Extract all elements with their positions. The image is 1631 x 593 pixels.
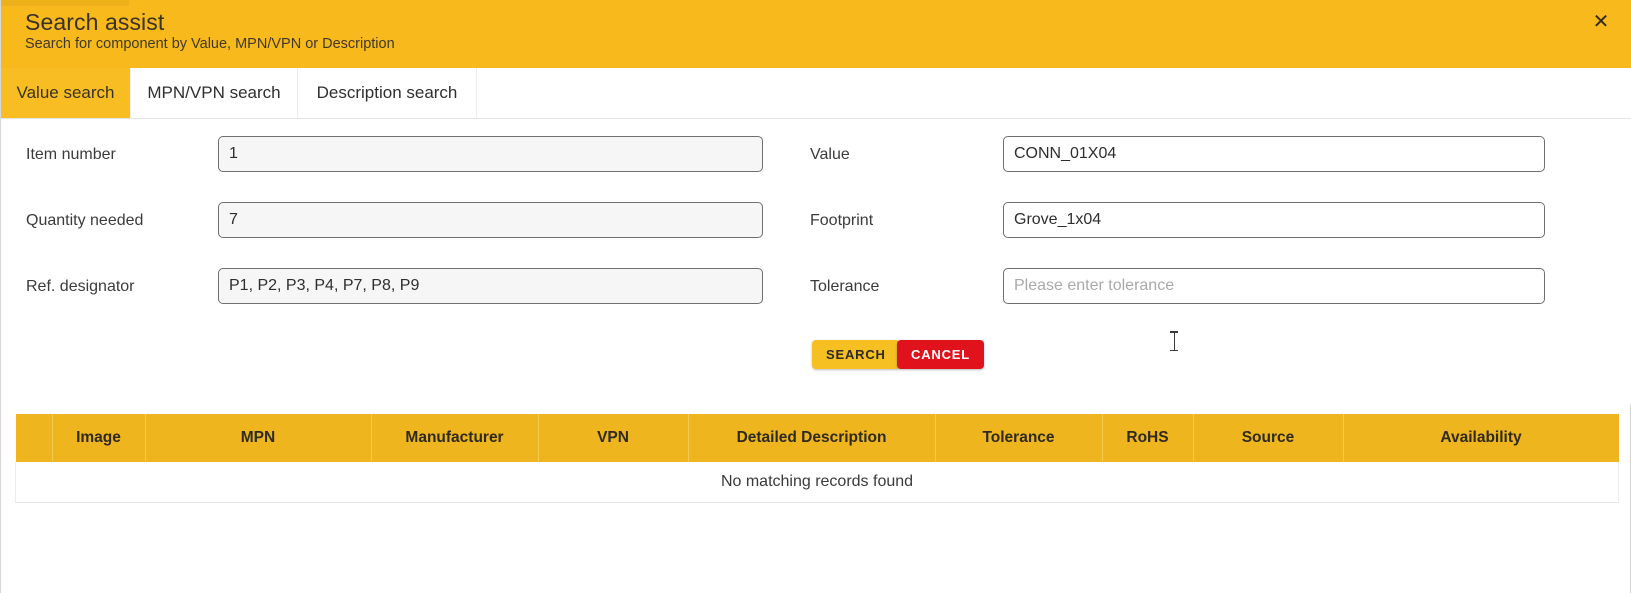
table-header-select-column[interactable] [15,414,53,462]
search-button[interactable]: SEARCH [812,340,900,369]
search-form: Item number Quantity needed Ref. designa… [1,119,1631,404]
text-cursor-icon [1170,330,1178,352]
table-header-detailed-description[interactable]: Detailed Description [688,414,936,462]
tab-bar: Value search MPN/VPN search Description … [1,68,1631,119]
ref-designator-label: Ref. designator [26,278,135,295]
table-header-manufacturer[interactable]: Manufacturer [371,414,539,462]
table-header-mpn[interactable]: MPN [145,414,372,462]
empty-message: No matching records found [15,462,1619,503]
footprint-label: Footprint [810,212,874,229]
item-number-label: Item number [26,146,116,163]
table-header-tolerance[interactable]: Tolerance [935,414,1103,462]
close-icon[interactable]: ✕ [1588,8,1614,34]
table-header-image[interactable]: Image [52,414,146,462]
dialog-header: Search assist Search for component by Va… [1,0,1631,68]
results-table-container: Image MPN Manufacturer VPN Detailed Descript… [15,414,1619,503]
table-header-vpn[interactable]: VPN [538,414,689,462]
dialog-title: Search assist [25,9,165,35]
results-table: Image MPN Manufacturer VPN Detailed Descript… [15,414,1619,503]
tab-mpn-vpn-search[interactable]: MPN/VPN search [131,68,298,118]
item-number-input[interactable] [218,136,763,172]
value-label: Value [810,146,850,163]
footprint-input[interactable] [1003,202,1545,238]
cancel-button[interactable]: CANCEL [897,340,984,369]
tab-description-search[interactable]: Description search [298,68,477,118]
table-row-empty: No matching records found [15,462,1619,503]
results-table-body: No matching records found [15,462,1619,503]
table-header-rohs[interactable]: RoHS [1102,414,1194,462]
quantity-needed-input[interactable] [218,202,763,238]
results-table-head: Image MPN Manufacturer VPN Detailed Descript… [15,414,1619,462]
header-accent-strip [1,0,129,6]
ref-designator-input[interactable] [218,268,763,304]
value-input[interactable] [1003,136,1545,172]
table-header-row: Image MPN Manufacturer VPN Detailed Descript… [15,414,1619,462]
search-assist-dialog: Search assist Search for component by Va… [0,0,1631,593]
table-header-availability[interactable]: Availability [1343,414,1619,462]
tab-value-search[interactable]: Value search [1,68,131,118]
tolerance-label: Tolerance [810,278,880,295]
table-header-source[interactable]: Source [1193,414,1344,462]
tolerance-input[interactable] [1003,268,1545,304]
quantity-needed-label: Quantity needed [26,212,144,229]
dialog-subtitle: Search for component by Value, MPN/VPN o… [25,36,395,52]
